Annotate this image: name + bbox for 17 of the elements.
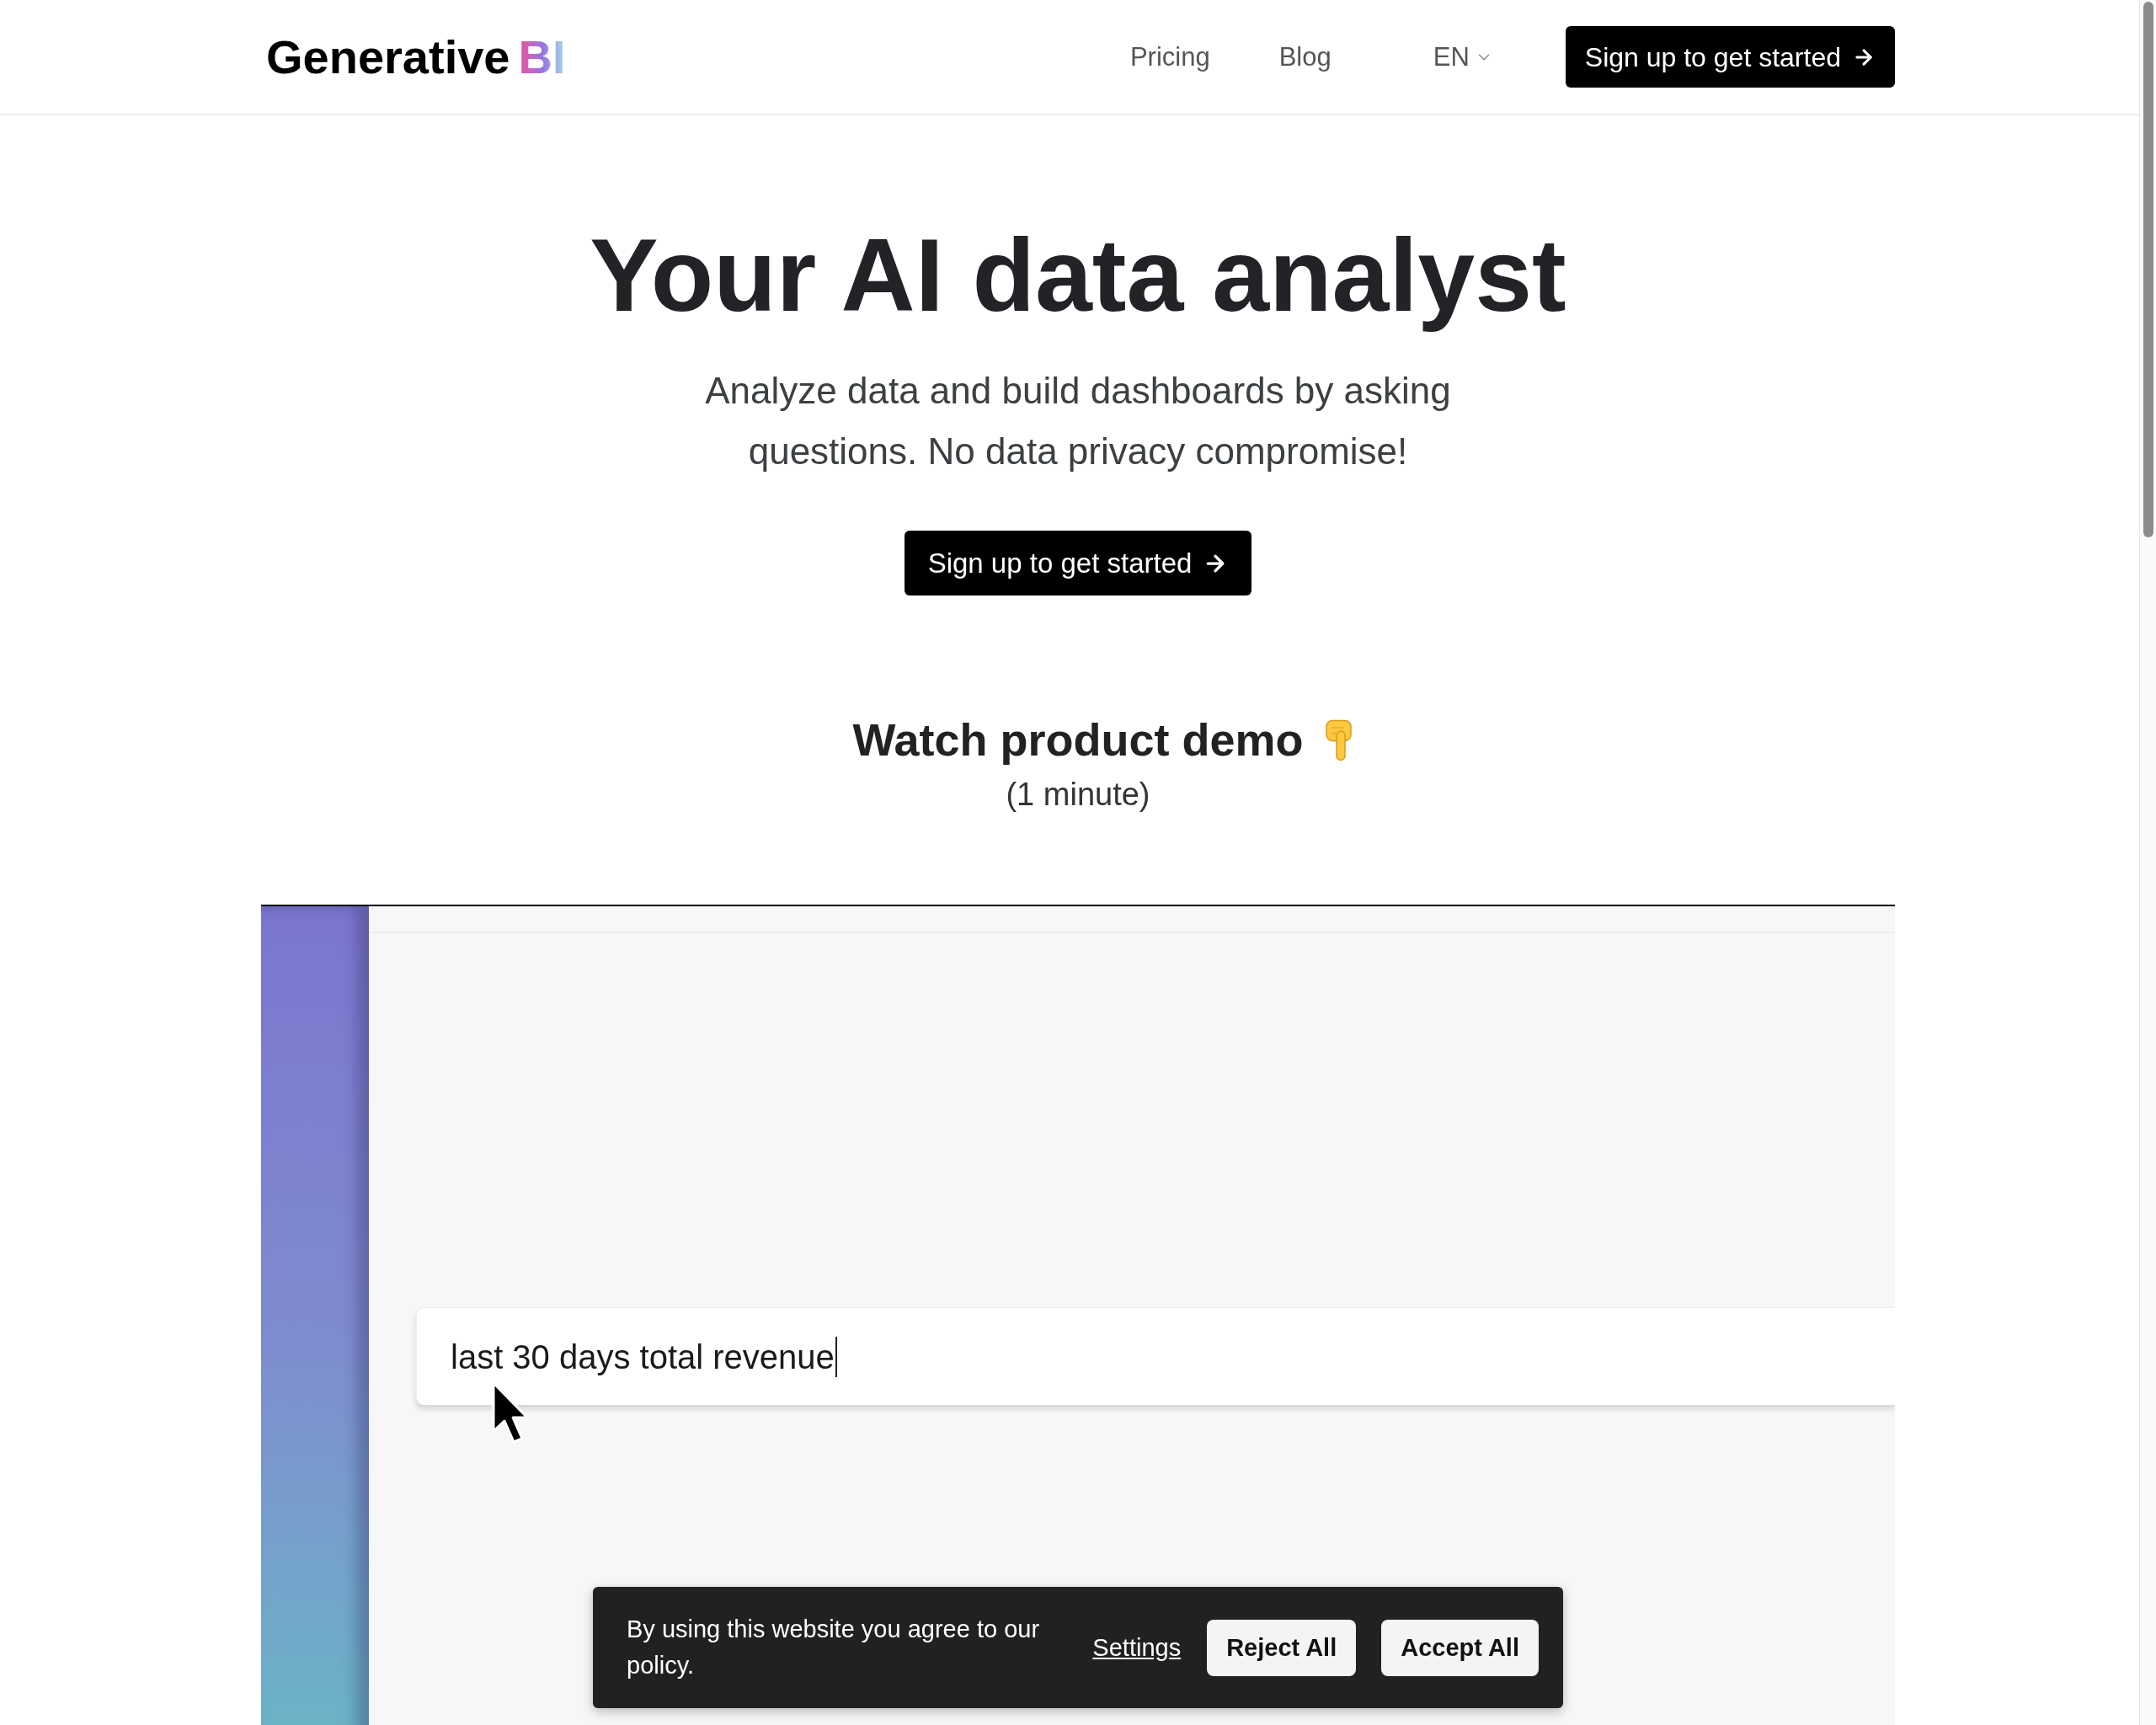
signup-button[interactable]: Sign up to get started bbox=[904, 531, 1252, 595]
pointing-down-hand-icon bbox=[1323, 718, 1354, 761]
cookie-message: By using this website you agree to our policy. bbox=[627, 1615, 1041, 1680]
hero-subtitle: Analyze data and build dashboards by asking questions. No data privacy compromise! bbox=[704, 369, 1452, 473]
signup-button[interactable]: Sign up to get started bbox=[1565, 26, 1895, 88]
settings-link[interactable]: Settings bbox=[1092, 1635, 1182, 1660]
scrollbar-thumb[interactable] bbox=[2143, 2, 2153, 537]
nav-link[interactable]: Pricing bbox=[1129, 44, 1210, 70]
hero-title: Your AI data analyst bbox=[590, 217, 1566, 334]
logo[interactable]: Generative BI bbox=[261, 33, 566, 81]
cookie-button[interactable]: Reject All bbox=[1207, 1619, 1357, 1676]
nav-link[interactable]: Blog bbox=[1278, 44, 1331, 70]
section-title: Watch product demo bbox=[852, 713, 1304, 766]
cookie-button[interactable]: Accept All bbox=[1381, 1619, 1539, 1676]
video-duration: (1 minute) bbox=[1006, 776, 1150, 814]
language-selector[interactable]: EN bbox=[1433, 44, 1493, 70]
query-input-field: last 30 days total revenue bbox=[415, 1307, 1895, 1405]
